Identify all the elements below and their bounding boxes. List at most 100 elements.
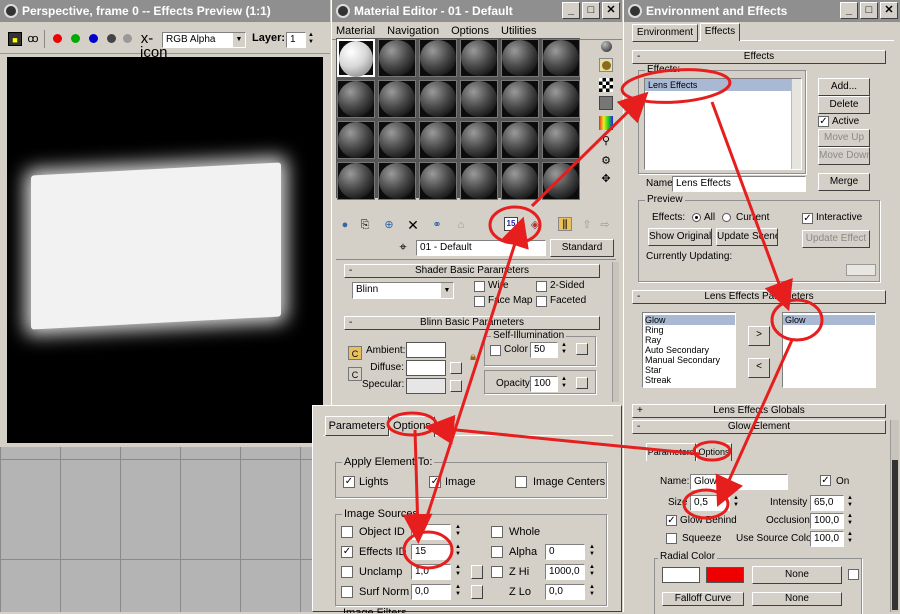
add-button[interactable]: Add... (818, 78, 870, 96)
lens-params-rollout-header[interactable]: - Lens Effects Parameters (632, 290, 886, 304)
material-editor-titlebar[interactable]: Material Editor - 01 - Default _ □ ✕ (332, 0, 622, 22)
menu-material[interactable]: Material (336, 22, 375, 39)
radial-color-map-button[interactable]: None (752, 566, 842, 584)
layer-spinner[interactable]: ▲ ▼ (307, 32, 315, 48)
show-map-icon[interactable]: ◈ (528, 218, 542, 232)
show-end-result-icon[interactable]: ⫼ (558, 217, 572, 231)
falloff-map-button[interactable]: None (752, 592, 842, 606)
zhi-checkbox[interactable] (491, 566, 503, 578)
sample-slot[interactable] (337, 80, 375, 118)
zhi-spinner[interactable]: ▲ ▼ (588, 564, 596, 580)
unclamp-map-button[interactable] (471, 565, 483, 579)
alpha-checkbox[interactable] (491, 546, 503, 558)
lens-list-item[interactable]: Streak (645, 375, 735, 385)
zlo-spinner[interactable]: ▲ ▼ (588, 584, 596, 600)
sample-slot[interactable] (460, 80, 498, 118)
material-type-button[interactable]: Standard (550, 239, 614, 257)
sample-slot[interactable] (337, 121, 375, 159)
faceted-checkbox[interactable] (536, 296, 547, 307)
effects-list-scrollbar[interactable] (791, 79, 801, 169)
sample-slot[interactable] (419, 80, 457, 118)
move-down-button[interactable]: Move Down (818, 147, 870, 165)
size-field[interactable]: 0,5 (690, 495, 730, 511)
lights-checkbox[interactable]: ✓ (343, 476, 355, 488)
delete-button[interactable]: Delete (818, 96, 870, 114)
specular-swatch[interactable] (406, 378, 446, 394)
tab-effects[interactable]: Effects (700, 23, 740, 41)
falloff-curve-button[interactable]: Falloff Curve (662, 592, 744, 606)
assign-material-icon[interactable]: ⊕ (382, 218, 396, 232)
material-effects-channel-icon[interactable]: 15 (504, 217, 518, 231)
glow-name-field[interactable]: Glow (690, 474, 788, 490)
glow-tab-parameters[interactable]: Parameters (646, 443, 696, 461)
options-tab-parameters[interactable]: Parameters (325, 416, 389, 436)
backlight-icon[interactable] (599, 58, 613, 72)
opacity-field[interactable]: 100 (530, 376, 558, 392)
checker-background-icon[interactable] (599, 78, 613, 92)
green-channel-icon[interactable] (68, 32, 82, 46)
selected-lens-item[interactable]: Glow (783, 315, 875, 325)
reset-map-icon[interactable]: ✕ (406, 218, 420, 232)
ambient-swatch[interactable] (406, 342, 446, 358)
two-sided-checkbox[interactable] (536, 281, 547, 292)
lens-list-item[interactable]: Manual Secondary (645, 355, 735, 365)
make-preview-icon[interactable]: ⚲ (599, 134, 613, 148)
occlusion-spinner[interactable]: ▲ ▼ (846, 513, 854, 529)
selected-lens-effects-list[interactable]: Glow (782, 312, 876, 388)
effects-id-checkbox[interactable]: ✓ (341, 546, 353, 558)
blue-channel-icon[interactable] (86, 32, 100, 46)
tab-environment[interactable]: Environment (632, 24, 698, 42)
object-id-spinner[interactable]: ▲ ▼ (454, 524, 462, 540)
sample-slot[interactable] (460, 39, 498, 77)
lens-list-item[interactable]: Star (645, 365, 735, 375)
effects-rollout-header[interactable]: - Effects (632, 50, 886, 64)
sample-slot[interactable] (378, 162, 416, 200)
mono-icon[interactable] (104, 32, 118, 46)
image-centers-checkbox[interactable] (515, 476, 527, 488)
perspective-titlebar[interactable]: Perspective, frame 0 -- Effects Preview … (0, 0, 330, 22)
sample-slot[interactable] (378, 121, 416, 159)
sample-slot-active[interactable] (337, 39, 375, 77)
alpha-field[interactable]: 0 (545, 544, 585, 560)
current-radio[interactable] (722, 213, 731, 222)
on-checkbox[interactable]: ✓ (820, 475, 831, 486)
menu-utilities[interactable]: Utilities (501, 22, 536, 39)
lock-ambient-diffuse-icon[interactable]: C (348, 346, 362, 360)
zhi-field[interactable]: 1000,0 (545, 564, 585, 580)
size-spinner[interactable]: ▲ ▼ (732, 495, 740, 511)
effect-name-field[interactable]: Lens Effects (672, 176, 806, 192)
sample-slot[interactable] (419, 39, 457, 77)
effects-list-item[interactable]: Lens Effects (645, 79, 801, 91)
env-titlebar[interactable]: Environment and Effects _ □ ✕ (624, 0, 900, 22)
blinn-rollout-header[interactable]: - Blinn Basic Parameters (344, 316, 600, 330)
wire-checkbox[interactable] (474, 281, 485, 292)
sample-slot[interactable] (542, 80, 580, 118)
image-checkbox[interactable]: ✓ (429, 476, 441, 488)
effects-list[interactable]: Lens Effects (644, 78, 802, 170)
go-to-parent-icon[interactable]: ⇧ (580, 218, 594, 232)
move-up-button[interactable]: Move Up (818, 129, 870, 147)
radial-color-red-swatch[interactable] (706, 567, 744, 583)
red-channel-icon[interactable] (50, 32, 64, 46)
surf-norm-checkbox[interactable] (341, 586, 353, 598)
sample-slot[interactable] (460, 162, 498, 200)
menu-navigation[interactable]: Navigation (387, 22, 439, 39)
diffuse-swatch[interactable] (406, 360, 446, 376)
video-color-check-icon[interactable] (599, 116, 613, 130)
occlusion-field[interactable]: 100,0 (810, 513, 844, 529)
unclamp-spinner[interactable]: ▲ ▼ (454, 564, 462, 580)
lens-globals-rollout-header[interactable]: + Lens Effects Globals (632, 404, 886, 418)
active-checkbox[interactable]: ✓ (818, 116, 829, 127)
minimize-button[interactable]: _ (562, 2, 580, 19)
lens-effects-list[interactable]: Glow Ring Ray Auto Secondary Manual Seco… (642, 312, 736, 388)
sample-slot[interactable] (460, 121, 498, 159)
sample-slot[interactable] (378, 39, 416, 77)
sample-slot[interactable] (542, 121, 580, 159)
self-illum-field[interactable]: 50 (530, 342, 558, 358)
diffuse-map-button[interactable] (450, 362, 462, 374)
effects-id-field[interactable]: 15 (411, 544, 451, 560)
opacity-spinner[interactable]: ▲ ▼ (560, 376, 568, 392)
squeeze-checkbox[interactable] (666, 533, 677, 544)
lock-diffuse-specular-icon[interactable]: C (348, 367, 362, 381)
lens-list-item[interactable]: Auto Secondary (645, 345, 735, 355)
